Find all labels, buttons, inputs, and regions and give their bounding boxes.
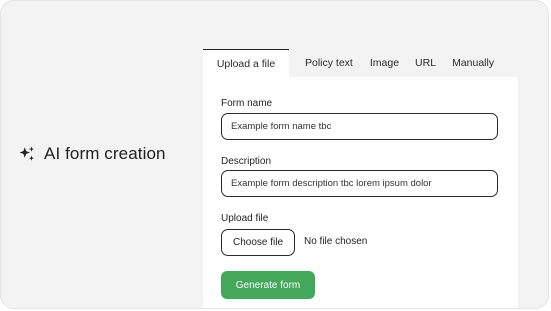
tab-url[interactable]: URL: [407, 49, 444, 77]
tab-upload-file[interactable]: Upload a file: [203, 49, 289, 77]
upload-file-label: Upload file: [221, 213, 269, 224]
form-name-input[interactable]: [221, 113, 498, 140]
form-creation-panel: Upload a file Policy text Image URL Manu…: [203, 49, 518, 308]
tab-policy-text[interactable]: Policy text: [297, 49, 361, 77]
description-input[interactable]: [221, 170, 498, 197]
generate-form-button[interactable]: Generate form: [221, 271, 315, 299]
brand: AI form creation: [18, 144, 166, 164]
tab-manually[interactable]: Manually: [444, 49, 502, 77]
card-frame: AI form creation Upload a file Policy te…: [0, 0, 549, 309]
description-label: Description: [221, 156, 272, 167]
choose-file-button[interactable]: Choose file: [221, 229, 295, 256]
form-body: Form name Description Upload file Choose…: [203, 77, 518, 308]
sparkles-icon: [19, 146, 35, 161]
tab-image[interactable]: Image: [362, 49, 407, 77]
brand-title: AI form creation: [44, 144, 166, 163]
source-tabs: Upload a file Policy text Image URL Manu…: [203, 49, 518, 77]
file-status-text: No file chosen: [304, 236, 368, 247]
form-name-label: Form name: [221, 98, 273, 109]
